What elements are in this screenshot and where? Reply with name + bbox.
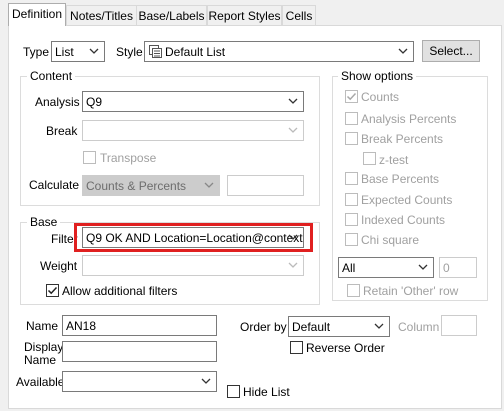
style-value: Default List — [165, 45, 226, 59]
analysis-select[interactable]: Q9 — [82, 91, 304, 112]
show-all-value: All — [342, 261, 356, 275]
type-value: List — [55, 45, 74, 59]
chi-square-label: Chi square — [361, 233, 420, 247]
counts-label: Counts — [361, 90, 400, 104]
calculate-extra-field[interactable] — [227, 175, 304, 196]
chevron-down-icon — [288, 234, 298, 240]
show-count-field[interactable]: 0 — [439, 257, 477, 278]
z-test-checkbox[interactable] — [363, 152, 376, 165]
retain-other-label: Retain 'Other' row — [363, 284, 459, 298]
break-select[interactable] — [82, 120, 304, 141]
analysis-percents-label: Analysis Percents — [361, 112, 457, 126]
calculate-select[interactable]: Counts & Percents — [82, 175, 220, 196]
hide-list-checkbox[interactable] — [227, 385, 240, 398]
tab-cells[interactable]: Cells — [282, 5, 316, 25]
chevron-down-icon — [89, 48, 99, 54]
allow-filters-checkbox[interactable] — [46, 284, 59, 297]
tab-base-labels[interactable]: Base/Labels — [136, 5, 207, 25]
indexed-counts-checkbox[interactable] — [345, 213, 358, 226]
type-label: Type — [23, 45, 50, 59]
transpose-checkbox[interactable] — [83, 151, 96, 164]
chevron-down-icon — [288, 262, 298, 268]
name-label: Name — [26, 319, 59, 333]
checkmark-icon — [47, 286, 58, 295]
display-name-field[interactable] — [62, 341, 217, 362]
chevron-down-icon — [288, 98, 298, 104]
order-by-label: Order by — [240, 320, 287, 334]
style-select[interactable]: Default List — [144, 41, 414, 62]
break-percents-checkbox[interactable] — [345, 132, 358, 145]
expected-counts-checkbox[interactable] — [345, 193, 358, 206]
checkmark-icon — [346, 92, 357, 101]
hide-list-label: Hide List — [243, 385, 290, 399]
reverse-order-checkbox[interactable] — [290, 341, 303, 354]
reverse-order-label: Reverse Order — [306, 341, 385, 355]
analysis-percents-checkbox[interactable] — [345, 112, 358, 125]
counts-checkbox[interactable] — [345, 90, 358, 103]
name-value: AN18 — [66, 319, 97, 333]
z-test-label: z-test — [379, 153, 409, 167]
analysis-label: Analysis — [35, 95, 80, 109]
calculate-label: Calculate — [29, 178, 80, 192]
tab-report-styles[interactable]: Report Styles — [207, 5, 282, 25]
show-all-select[interactable]: All — [338, 257, 434, 278]
select-style-button[interactable]: Select... — [422, 40, 480, 62]
display-name-label-2: Name — [24, 353, 57, 367]
order-by-select[interactable]: Default — [288, 316, 390, 337]
chevron-down-icon — [418, 264, 428, 270]
weight-label: Weight — [40, 259, 78, 273]
analysis-value: Q9 — [86, 95, 103, 109]
tab-notes-titles[interactable]: Notes/Titles — [66, 5, 137, 25]
calculate-value: Counts & Percents — [86, 179, 187, 193]
chevron-down-icon — [374, 323, 384, 329]
transpose-label: Transpose — [100, 151, 157, 165]
break-percents-label: Break Percents — [361, 132, 444, 146]
base-percents-checkbox[interactable] — [345, 172, 358, 185]
content-group-title: Content — [27, 69, 76, 83]
name-field[interactable]: AN18 — [62, 315, 217, 336]
filter-select[interactable]: Q9 OK AND Location=Location@context — [82, 227, 304, 248]
chi-square-checkbox[interactable] — [345, 233, 358, 246]
base-percents-label: Base Percents — [361, 172, 440, 186]
chevron-down-icon — [398, 48, 408, 54]
display-name-label-1: Display — [24, 340, 64, 354]
column-label: Column — [398, 320, 440, 334]
order-by-value: Default — [292, 320, 331, 334]
base-group-title: Base — [27, 215, 61, 229]
show-count-value: 0 — [443, 261, 450, 275]
retain-other-checkbox[interactable] — [347, 284, 360, 297]
column-field[interactable] — [441, 315, 477, 336]
show-options-title: Show options — [338, 69, 417, 83]
break-label: Break — [46, 124, 78, 138]
available-select[interactable] — [62, 371, 217, 392]
expected-counts-label: Expected Counts — [361, 193, 453, 207]
allow-filters-label: Allow additional filters — [62, 284, 178, 298]
filter-value: Q9 OK AND Location=Location@context — [86, 231, 303, 245]
chevron-down-icon — [201, 378, 211, 384]
type-select[interactable]: List — [51, 41, 105, 62]
weight-select[interactable] — [82, 255, 304, 276]
list-style-icon — [149, 45, 162, 58]
available-label: Available — [16, 375, 65, 389]
indexed-counts-label: Indexed Counts — [361, 213, 446, 227]
style-label: Style — [116, 45, 143, 59]
chevron-down-icon — [288, 127, 298, 133]
tab-definition[interactable]: Definition — [8, 3, 66, 26]
chevron-down-icon — [204, 182, 214, 188]
